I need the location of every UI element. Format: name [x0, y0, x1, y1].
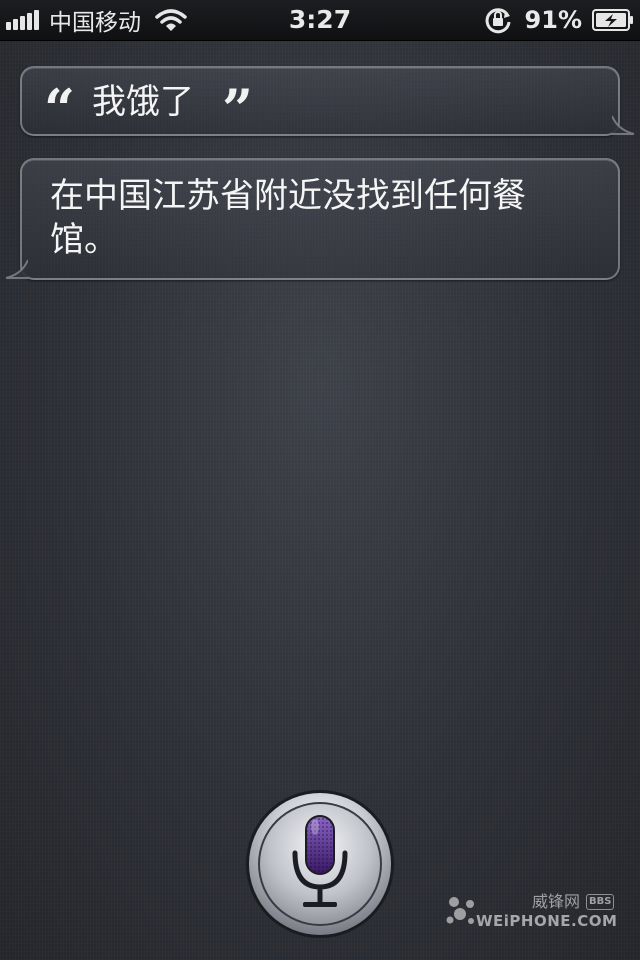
watermark-bbs-badge: BBS: [586, 894, 615, 910]
battery-charging-icon: [592, 9, 633, 31]
siri-microphone-button[interactable]: [245, 789, 395, 939]
siri-response-bubble: 在中国江苏省附近没找到任何餐馆。: [5, 158, 620, 280]
watermark-chinese: 威锋网: [532, 892, 581, 911]
siri-response-text: 在中国江苏省附近没找到任何餐馆。: [50, 176, 526, 260]
watermark-english: WEiPHONE.COM: [476, 912, 618, 930]
rotation-lock-icon: [485, 8, 511, 34]
user-speech-bubble[interactable]: “ 我饿了 ”: [20, 66, 635, 141]
status-bar: 中国移动 3:27 91%: [0, 0, 640, 41]
user-message-text: 我饿了: [92, 82, 194, 122]
weiphone-watermark: 威锋网 BBS WEiPHONE.COM: [444, 892, 618, 932]
user-bubble-tail: [612, 114, 635, 135]
weiphone-logo-icon: [446, 897, 474, 924]
close-quote-mark: ”: [222, 77, 254, 141]
siri-bubble-tail: [5, 258, 28, 279]
battery-percent: 91%: [524, 6, 582, 34]
open-quote-mark: “: [44, 77, 76, 141]
